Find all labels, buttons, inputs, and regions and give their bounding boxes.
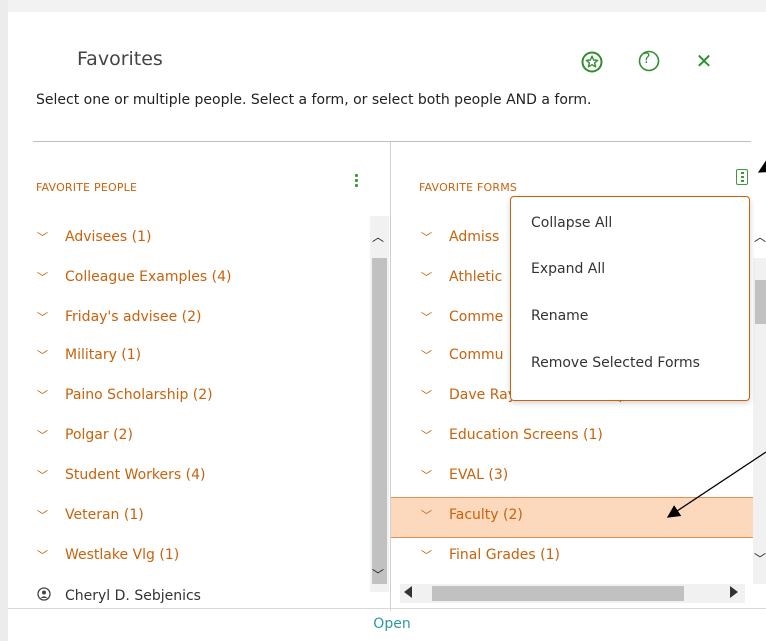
arrow-to-menu-icon [757, 160, 766, 173]
open-button[interactable]: Open [360, 616, 424, 632]
annotation-arrows [666, 160, 766, 518]
arrow-to-faculty [666, 451, 766, 518]
footer-divider [8, 608, 766, 609]
